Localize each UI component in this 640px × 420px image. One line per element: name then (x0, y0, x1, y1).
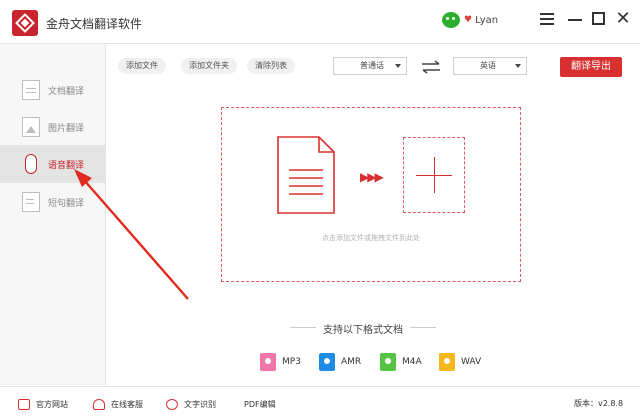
username: Lyan (475, 14, 499, 26)
clear-list-button[interactable]: 清除列表 (247, 58, 295, 74)
drop-zone-hint: 点击添加文件或拖拽文件到此处 (322, 234, 420, 242)
official-website-label: 官方网站 (36, 399, 68, 409)
online-support-link[interactable]: 在线客服 (93, 397, 143, 411)
app-logo-icon (12, 10, 38, 36)
add-file-plus-icon[interactable] (403, 137, 465, 213)
wechat-icon (442, 12, 460, 28)
source-language-select[interactable]: 普通话 (333, 57, 407, 75)
chevron-down-icon (395, 64, 401, 68)
app-window: 金舟文档翻译软件 ♥ Lyan ✕ 文档翻译 图片翻译 语音翻译 短句翻译 添加… (0, 0, 640, 420)
pdf-edit-label: PDF编辑 (244, 399, 276, 409)
bottom-bar: 官方网站 在线客服 文字识别 PDF编辑 版本：v2.8.8 (0, 386, 640, 420)
amr-icon (319, 353, 335, 371)
sidebar-item-document[interactable]: 文档翻译 (0, 71, 106, 109)
image-icon (22, 117, 40, 137)
format-m4a: M4A (380, 352, 422, 372)
file-document-icon (277, 136, 335, 218)
maximize-icon[interactable] (590, 10, 608, 28)
tool-icon (166, 398, 178, 410)
m4a-icon (380, 353, 396, 371)
online-support-label: 在线客服 (111, 399, 143, 409)
sidebar-item-label: 短句翻译 (48, 198, 85, 209)
pdf-edit-link[interactable]: PDF编辑 (244, 397, 276, 411)
mp3-icon (260, 353, 276, 371)
arrow-right-icon: ▶▶▶ (360, 170, 384, 184)
target-language-select[interactable]: 英语 (453, 57, 527, 75)
chevron-down-icon (515, 64, 521, 68)
sidebar-item-label: 文档翻译 (48, 86, 85, 97)
minimize-icon[interactable] (566, 10, 584, 28)
format-label: MP3 (282, 357, 301, 367)
document-icon (22, 80, 40, 100)
official-website-link[interactable]: 官方网站 (18, 397, 68, 411)
swap-languages-icon[interactable] (421, 59, 441, 74)
sidebar: 文档翻译 图片翻译 语音翻译 短句翻译 (0, 44, 106, 385)
format-label: WAV (461, 357, 482, 367)
file-drop-zone[interactable]: ▶▶▶ 点击添加文件或拖拽文件到此处 (221, 107, 521, 282)
add-file-button[interactable]: 添加文件 (118, 58, 166, 74)
format-wav: WAV (439, 352, 481, 372)
title-bar: 金舟文档翻译软件 ♥ Lyan ✕ (0, 0, 640, 44)
ocr-link[interactable]: 文字识别 (166, 397, 216, 411)
app-title: 金舟文档翻译软件 (46, 17, 143, 31)
wav-icon (439, 353, 455, 371)
user-account[interactable]: ♥ Lyan (442, 10, 498, 30)
sidebar-item-voice[interactable]: 语音翻译 (0, 145, 106, 183)
add-folder-button[interactable]: 添加文件夹 (181, 58, 237, 74)
version-label: 版本：v2.8.8 (574, 399, 624, 408)
format-label: AMR (341, 357, 362, 367)
sidebar-item-image[interactable]: 图片翻译 (0, 108, 106, 146)
monitor-icon (18, 398, 30, 410)
export-button[interactable]: 翻译导出 (560, 57, 622, 77)
supported-formats-title: 支持以下格式文档 (290, 321, 436, 336)
sidebar-item-label: 语音翻译 (48, 160, 85, 171)
short-text-icon (22, 192, 40, 212)
menu-icon[interactable] (538, 10, 556, 28)
ocr-label: 文字识别 (184, 399, 216, 409)
vip-heart-icon: ♥ (464, 15, 473, 25)
format-mp3: MP3 (260, 352, 301, 372)
sidebar-item-short[interactable]: 短句翻译 (0, 183, 106, 221)
format-label: M4A (402, 357, 422, 367)
format-amr: AMR (319, 352, 361, 372)
user-support-icon (93, 398, 105, 410)
target-language-value: 英语 (480, 61, 496, 70)
close-icon[interactable]: ✕ (614, 10, 632, 28)
sidebar-item-label: 图片翻译 (48, 123, 85, 134)
microphone-icon (25, 154, 37, 174)
source-language-value: 普通话 (360, 61, 384, 70)
